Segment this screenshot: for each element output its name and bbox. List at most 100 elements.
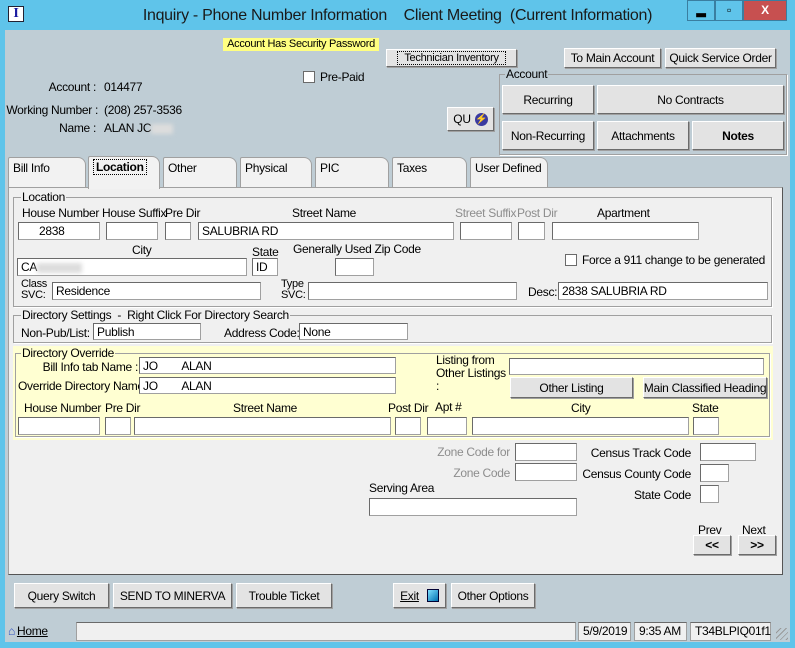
exit-door-icon <box>426 589 439 602</box>
ov-apt-input[interactable] <box>427 417 467 435</box>
force-911-checkbox[interactable] <box>565 254 577 266</box>
ov-apt-label: Apt # <box>435 400 462 414</box>
ov-state-label: State <box>692 401 719 415</box>
no-contracts-button[interactable]: No Contracts <box>597 85 784 114</box>
city-input[interactable]: CA <box>17 258 247 276</box>
prepaid-label: Pre-Paid <box>320 70 365 84</box>
ov-city-input[interactable] <box>472 417 689 435</box>
ov-state-input[interactable] <box>693 417 719 435</box>
ov-street-name-input[interactable] <box>134 417 391 435</box>
census-county-input[interactable] <box>700 464 729 482</box>
attachments-button[interactable]: Attachments <box>597 121 689 150</box>
tab-physical[interactable]: Physical <box>240 157 312 188</box>
class-svc-label: Class SVC: <box>21 278 48 301</box>
to-main-account-button[interactable]: To Main Account <box>564 48 661 68</box>
state-input[interactable]: ID <box>252 258 278 276</box>
maximize-button[interactable]: ▫ <box>715 0 743 21</box>
zone-code-marcom-label: Zone Code for MARCOM <box>400 446 510 458</box>
prev-button[interactable]: << <box>693 535 731 555</box>
listing-input[interactable] <box>509 358 764 375</box>
non-recurring-button[interactable]: Non-Recurring <box>502 121 594 150</box>
street-name-input[interactable]: SALUBRIA RD <box>198 222 454 240</box>
zip-input[interactable] <box>335 258 374 276</box>
house-suffix-label: House Suffix <box>102 206 167 220</box>
account-label: Account : <box>48 80 97 94</box>
ov-pre-dir-input[interactable] <box>105 417 131 435</box>
census-track-input[interactable] <box>700 443 756 461</box>
close-button[interactable]: X <box>743 0 787 21</box>
address-code-input[interactable]: None <box>299 323 408 340</box>
tab-location-label: Location <box>93 159 147 175</box>
type-svc-input[interactable] <box>308 282 517 300</box>
post-dir-label: Post Dir <box>517 206 558 220</box>
bill-info-name-label: Bill Info tab Name : <box>42 360 139 374</box>
pre-dir-input[interactable] <box>165 222 191 240</box>
tab-location[interactable]: Location <box>88 156 160 189</box>
tab-bill-info[interactable]: Bill Info <box>8 157 86 188</box>
trouble-ticket-button[interactable]: Trouble Ticket <box>236 583 332 608</box>
state-label: State <box>252 245 279 259</box>
street-suffix-input[interactable] <box>460 222 512 240</box>
serving-area-input[interactable] <box>369 498 577 516</box>
desc-input[interactable]: 2838 SALUBRIA RD <box>558 282 768 300</box>
status-message <box>76 622 576 641</box>
ov-post-dir-input[interactable] <box>395 417 421 435</box>
status-screen-id: T34BLPIQ01f1 <box>690 622 771 641</box>
name-value: ALAN JC <box>104 121 174 135</box>
prepaid-checkbox[interactable] <box>303 71 315 83</box>
quick-service-order-button[interactable]: Quick Service Order <box>665 48 776 68</box>
technician-inventory-button[interactable]: Technician Inventory <box>386 49 517 67</box>
notes-button[interactable]: Notes <box>692 121 784 150</box>
title-bar: I Inquiry - Phone Number Information Cli… <box>0 0 795 30</box>
status-time: 9:35 AM <box>634 622 687 641</box>
class-svc-input[interactable]: Residence <box>52 282 261 300</box>
house-suffix-input[interactable] <box>106 222 158 240</box>
qu-label: QU <box>453 112 471 126</box>
status-date: 5/9/2019 <box>578 622 631 641</box>
recurring-button[interactable]: Recurring <box>502 85 594 114</box>
bill-info-name-input[interactable]: JO ALAN <box>139 357 396 374</box>
directory-settings-title: Directory Settings - Right Click For Dir… <box>21 308 290 322</box>
house-number-label: House Number <box>22 206 100 220</box>
qu-button[interactable]: QU ⚡ <box>447 107 494 131</box>
redacted-blur <box>37 262 83 273</box>
exit-button[interactable]: Exit <box>393 583 446 608</box>
ov-post-dir-label: Post Dir <box>388 401 429 415</box>
apartment-input[interactable] <box>552 222 699 240</box>
main-classified-heading-button[interactable]: Main Classified Heading <box>643 377 767 398</box>
other-listing-button[interactable]: Other Listing <box>510 377 633 398</box>
tab-other[interactable]: Other <box>163 157 237 188</box>
non-pub-label: Non-Pub/List: <box>21 326 90 340</box>
serving-area-label: Serving Area <box>369 481 435 495</box>
apartment-label: Apartment <box>597 206 650 220</box>
override-name-input[interactable]: JO ALAN <box>139 377 396 394</box>
home-item[interactable]: ⌂ Home <box>8 622 48 641</box>
minimize-button[interactable]: ▂ <box>687 0 715 21</box>
tab-pic[interactable]: PIC <box>315 157 389 188</box>
state-code-input[interactable] <box>700 485 719 503</box>
location-group-title: Location <box>21 190 66 204</box>
tab-taxes[interactable]: Taxes <box>392 157 467 188</box>
home-icon: ⌂ <box>8 624 15 638</box>
home-label: Home <box>16 624 48 638</box>
non-pub-input[interactable]: Publish <box>93 323 201 340</box>
house-number-input[interactable]: 2838 <box>18 222 100 240</box>
override-name-label: Override Directory Name: <box>18 379 147 393</box>
tab-user-defined[interactable]: User Defined <box>470 157 548 188</box>
exit-label: Exit <box>400 588 419 603</box>
zone-code-marcom-text: Zone Code for MARCOM <box>437 446 510 458</box>
ov-pre-dir-label: Pre Dir <box>105 401 141 415</box>
send-to-minerva-button[interactable]: SEND TO MINERVA <box>113 583 232 608</box>
type-svc-label: Type SVC: <box>281 278 306 301</box>
redacted-blur <box>151 123 174 134</box>
next-button[interactable]: >> <box>738 535 776 555</box>
census-county-label: Census County Code <box>582 467 691 481</box>
query-switch-button[interactable]: Query Switch <box>14 583 109 608</box>
ov-house-number-input[interactable] <box>18 417 100 435</box>
other-options-button[interactable]: Other Options <box>451 583 535 608</box>
post-dir-input[interactable] <box>518 222 545 240</box>
desc-label: Desc: <box>528 285 558 299</box>
lightning-icon: ⚡ <box>474 112 488 126</box>
force-911-label: Force a 911 change to be generated <box>582 253 766 267</box>
resize-grip[interactable] <box>776 628 788 640</box>
